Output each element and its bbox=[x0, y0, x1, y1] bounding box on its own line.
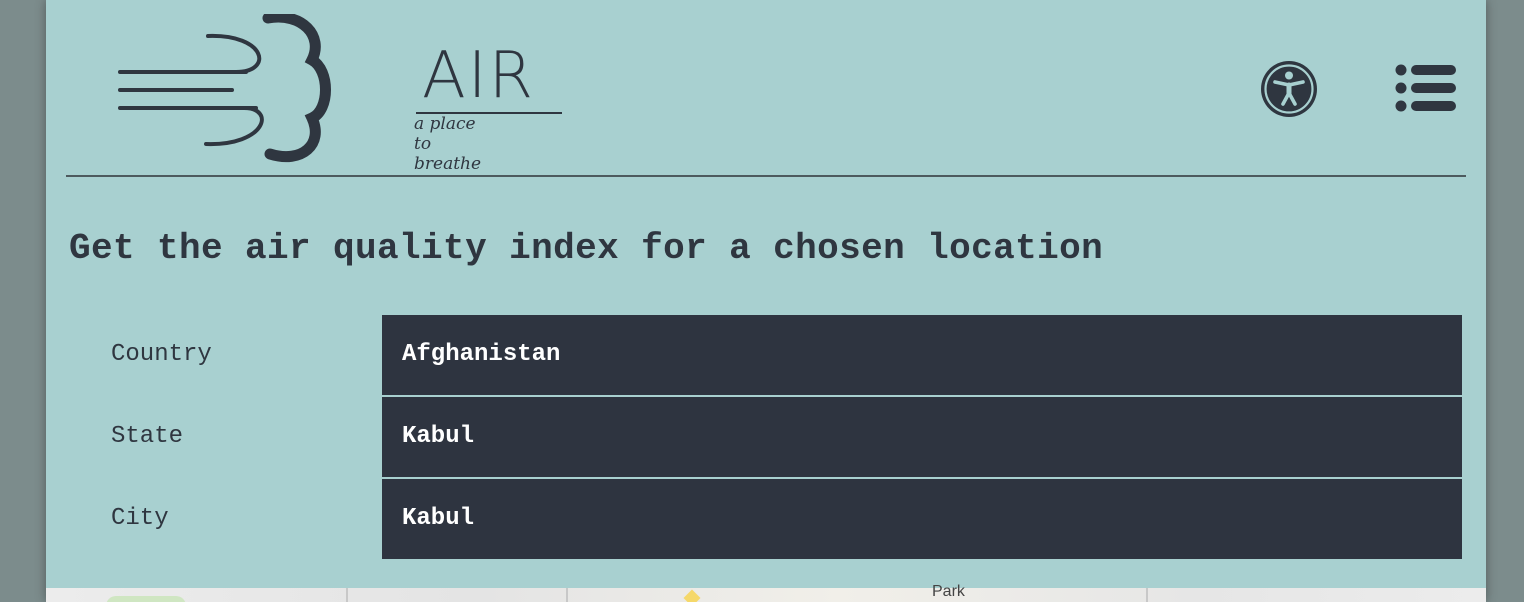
header-divider bbox=[66, 175, 1466, 177]
logo-wordmark: AIR bbox=[422, 39, 536, 113]
state-row: State Kabul bbox=[46, 397, 1486, 477]
map-label: Park bbox=[932, 583, 965, 600]
logo-tagline: a place to breathe bbox=[414, 114, 482, 174]
map[interactable] bbox=[46, 588, 1486, 602]
map-road bbox=[346, 588, 348, 602]
wind-cloud-logo-icon bbox=[118, 14, 331, 163]
city-row: City Kabul bbox=[46, 479, 1486, 559]
menu-button[interactable] bbox=[1394, 64, 1458, 116]
country-label: Country bbox=[111, 341, 212, 368]
country-select[interactable]: Afghanistan bbox=[382, 315, 1462, 395]
hamburger-menu-icon bbox=[1395, 64, 1456, 112]
state-label: State bbox=[111, 423, 184, 450]
map-road bbox=[1146, 588, 1148, 602]
map-road bbox=[566, 588, 568, 602]
accessibility-button[interactable] bbox=[1260, 60, 1318, 118]
city-select[interactable]: Kabul bbox=[382, 479, 1462, 559]
page-title: Get the air quality index for a chosen l… bbox=[69, 228, 1104, 269]
page-frame: AIR a place to breathe Get the air quali… bbox=[46, 0, 1486, 602]
air-logo[interactable]: AIR a place to breathe bbox=[116, 14, 562, 174]
city-label: City bbox=[111, 505, 169, 532]
country-row: Country Afghanistan bbox=[46, 315, 1486, 395]
accessibility-icon bbox=[1261, 61, 1317, 117]
state-select[interactable]: Kabul bbox=[382, 397, 1462, 477]
map-park-area bbox=[106, 596, 186, 602]
